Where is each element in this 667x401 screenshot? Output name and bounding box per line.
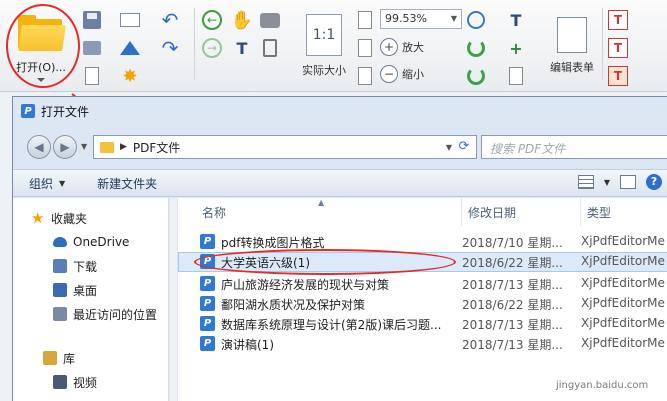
- sort-ascending-icon: ▲: [318, 198, 325, 207]
- annotation-circle: [194, 249, 456, 275]
- dialog-titlebar: P 打开文件: [21, 101, 89, 121]
- file-row[interactable]: P 鄱阳湖水质状况及保护对策 2018/6/22 星期... XjPdfEdit…: [178, 294, 667, 314]
- address-dropdown[interactable]: ▼: [446, 143, 452, 152]
- folder-icon: [100, 141, 114, 153]
- pdf-file-icon: P: [200, 336, 215, 351]
- nav-item-videos[interactable]: 视频: [53, 372, 97, 392]
- file-date: 2018/7/10 星期...: [462, 236, 563, 250]
- library-icon: [43, 351, 57, 365]
- help-icon[interactable]: ?: [646, 174, 662, 190]
- column-header-date[interactable]: 修改日期: [462, 198, 581, 226]
- file-row[interactable]: P 数据库系统原理与设计(第2版)课后习题... 2018/7/13 星期...…: [178, 314, 667, 334]
- nav-item-label: OneDrive: [73, 235, 130, 249]
- command-bar: 组织 ▼ 新建文件夹 ▼ ?: [13, 169, 667, 197]
- arrow-right-icon: ▶: [60, 140, 70, 154]
- file-type: XjPdfEditorMe: [581, 276, 665, 290]
- nav-item-label: 视频: [73, 375, 98, 390]
- cloud-icon: [53, 237, 67, 247]
- nav-item-onedrive[interactable]: OneDrive: [53, 232, 129, 252]
- nav-item-label: 最近访问的位置: [73, 307, 158, 322]
- column-header-type[interactable]: 类型: [581, 198, 667, 226]
- new-folder-button[interactable]: 新建文件夹: [81, 175, 173, 192]
- file-row[interactable]: P 演讲稿(1) 2018/7/13 星期... XjPdfEditorMe: [178, 334, 667, 354]
- dialog-title: 打开文件: [41, 104, 90, 119]
- view-options-icon[interactable]: [577, 175, 594, 189]
- new-folder-label: 新建文件夹: [97, 176, 158, 191]
- file-name: 演讲稿(1): [221, 338, 274, 352]
- nav-item-label: 下载: [73, 259, 98, 274]
- recent-pages-dropdown[interactable]: ▼: [81, 142, 87, 151]
- nav-item-label: 桌面: [73, 283, 98, 298]
- file-name: 庐山旅游经济发展的现状与对策: [221, 278, 390, 292]
- file-row[interactable]: P pdf转换成图片格式 2018/7/10 星期... XjPdfEditor…: [178, 232, 667, 252]
- breadcrumb-separator-icon: ▶: [120, 142, 127, 152]
- organize-label: 组织: [29, 176, 54, 191]
- pdf-file-icon: P: [200, 316, 215, 331]
- navigation-pane-scrollbar[interactable]: [170, 198, 177, 401]
- file-type: XjPdfEditorMe: [581, 234, 665, 248]
- address-bar[interactable]: ▶ PDF文件 ▼ ⟳: [93, 135, 477, 159]
- app-icon: P: [21, 104, 35, 118]
- video-icon: [53, 375, 67, 389]
- pdf-file-icon: P: [200, 276, 215, 291]
- file-type: XjPdfEditorMe: [581, 254, 665, 268]
- navigation-bar: ◀ ▶ ▼ ▶ PDF文件 ▼ ⟳ 搜索 PDF文件: [13, 133, 667, 163]
- file-name: 鄱阳湖水质状况及保护对策: [221, 298, 366, 312]
- view-controls: ▼ ?: [577, 174, 662, 190]
- arrow-left-icon: ◀: [34, 140, 44, 154]
- download-folder-icon: [53, 259, 67, 273]
- column-type-label: 类型: [587, 205, 612, 220]
- file-type: XjPdfEditorMe: [581, 336, 665, 350]
- nav-item-label: 收藏夹: [51, 211, 88, 226]
- file-date: 2018/7/13 星期...: [462, 318, 563, 332]
- organize-button[interactable]: 组织 ▼: [13, 175, 81, 192]
- navigation-pane: ★ 收藏夹 OneDrive 下载 桌面 最近访问的位置 库 视频: [13, 198, 169, 401]
- breadcrumb-folder[interactable]: PDF文件: [133, 139, 180, 156]
- preview-pane-icon[interactable]: [620, 175, 636, 189]
- nav-item-desktop[interactable]: 桌面: [53, 280, 97, 300]
- column-name-label: 名称: [202, 205, 227, 220]
- nav-item-favorites[interactable]: ★ 收藏夹: [31, 208, 87, 228]
- nav-item-label: 库: [63, 351, 76, 366]
- back-button[interactable]: ◀: [27, 135, 51, 159]
- file-type: XjPdfEditorMe: [581, 296, 665, 310]
- file-name: 数据库系统原理与设计(第2版)课后习题...: [221, 318, 442, 332]
- search-input[interactable]: 搜索 PDF文件: [481, 135, 667, 159]
- nav-item-downloads[interactable]: 下载: [53, 256, 97, 276]
- nav-item-libraries[interactable]: 库: [43, 348, 75, 368]
- forward-button[interactable]: ▶: [53, 135, 77, 159]
- file-date: 2018/6/22 星期...: [462, 298, 563, 312]
- pdf-file-icon: P: [200, 296, 215, 311]
- column-date-label: 修改日期: [468, 205, 517, 220]
- file-row[interactable]: P 庐山旅游经济发展的现状与对策 2018/7/13 星期... XjPdfEd…: [178, 274, 667, 294]
- pdf-file-icon: P: [200, 234, 215, 249]
- star-icon: ★: [31, 209, 45, 227]
- nav-item-recent-places[interactable]: 最近访问的位置: [53, 304, 157, 324]
- refresh-icon[interactable]: ⟳: [456, 139, 472, 155]
- chevron-down-icon: ▼: [59, 178, 66, 188]
- file-date: 2018/7/13 星期...: [462, 338, 563, 352]
- desktop-icon: [53, 283, 67, 297]
- file-date: 2018/6/22 星期...: [462, 256, 563, 270]
- watermark: jingyan.baidu.com: [556, 380, 649, 391]
- file-list: 名称 ▲ 修改日期 类型 P pdf转换成图片格式 2018/7/10 星期..…: [178, 198, 667, 401]
- file-type: XjPdfEditorMe: [581, 316, 665, 330]
- chevron-down-icon[interactable]: ▼: [604, 178, 610, 187]
- recent-places-icon: [53, 307, 67, 321]
- file-date: 2018/7/13 星期...: [462, 278, 563, 292]
